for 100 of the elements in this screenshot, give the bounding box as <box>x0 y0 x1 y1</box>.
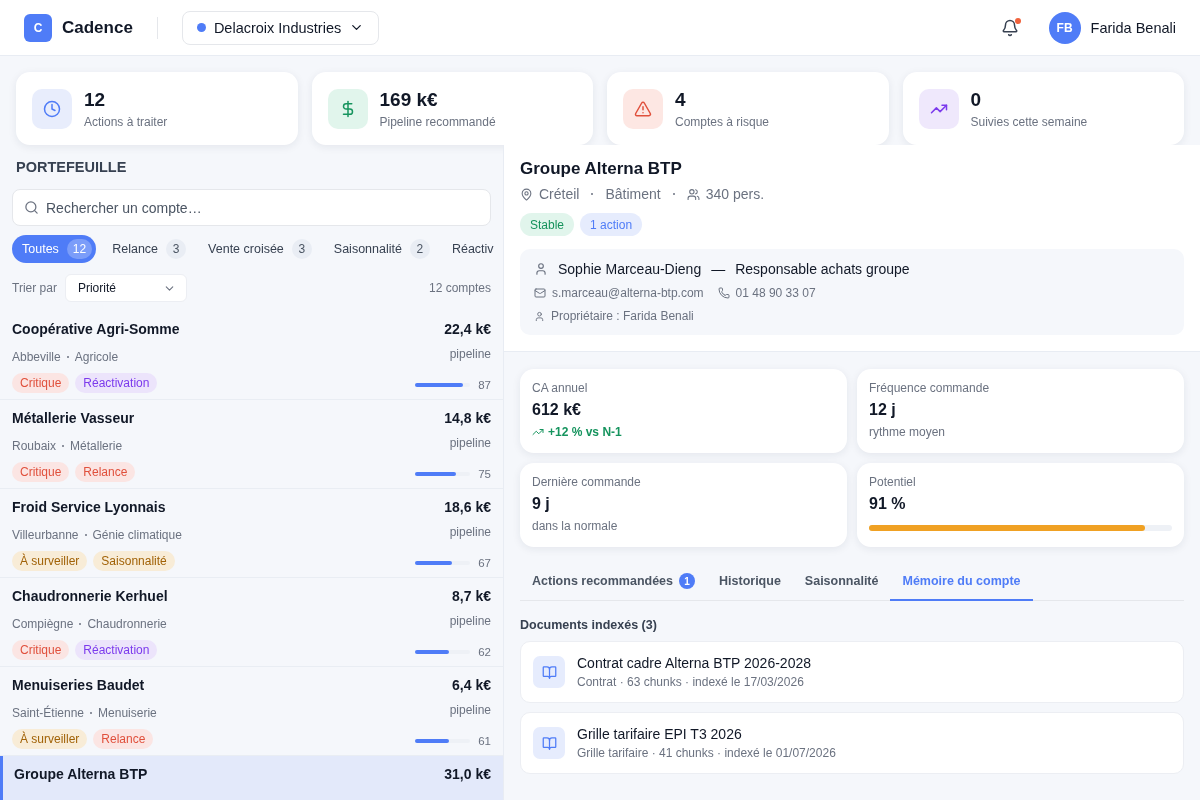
user-name: Farida Benali <box>1090 19 1176 36</box>
metric-value: 12 j <box>869 401 897 419</box>
account-city: Abbeville <box>12 350 61 364</box>
account-row[interactable]: Chaudronnerie Kerhuel 8,7 k€ Compiègne Chaudronnerie pipeline Critique Réactivation 62 <box>0 578 503 667</box>
account-name: Coopérative Agri-Somme <box>12 321 181 339</box>
account-title: Groupe Alterna BTP <box>520 159 683 179</box>
organization-selector[interactable]: Delacroix Industries <box>181 10 380 45</box>
account-row[interactable]: Froid Service Lyonnais 18,6 k€ Villeurbanne Génie climatique pipeline À surveiller Saisonnalité 67 <box>0 489 503 578</box>
filter-chip[interactable]: Vente croisée 3 <box>198 235 318 263</box>
stat-label: Pipeline recommandé <box>379 114 496 129</box>
user-avatar[interactable]: FB <box>1048 11 1081 44</box>
account-count: 12 comptes <box>428 281 491 295</box>
metric-note: +12 % vs N-1 <box>532 425 835 439</box>
account-tag: Saisonnalité <box>93 551 175 571</box>
dollar-icon <box>327 88 368 129</box>
account-row[interactable]: Coopérative Agri-Somme 22,4 k€ Abbeville Agricole pipeline Critique Réactivation 87 <box>0 311 503 400</box>
clock-icon <box>32 88 72 129</box>
status-dot <box>196 23 206 32</box>
notifications-button[interactable] <box>1000 18 1019 37</box>
account-tag: Critique <box>12 373 70 393</box>
account-amount: 6,4 k€ <box>451 677 491 695</box>
stat-value: 4 <box>675 88 687 111</box>
trend-up-icon <box>532 426 544 438</box>
metric-label: CA annuel <box>532 381 589 395</box>
filter-chip[interactable]: Réactiv <box>441 235 500 263</box>
metric-label: Dernière commande <box>532 475 642 489</box>
account-tag: Critique <box>12 640 70 660</box>
metric-note: rythme moyen <box>869 425 947 439</box>
documents-heading: Documents indexés (3) <box>520 618 658 632</box>
tab[interactable]: Actions recommandées 1 <box>520 563 708 601</box>
stat-label: Suivies cette semaine <box>970 114 1088 129</box>
filter-chip[interactable]: Saisonnalité 2 <box>323 235 436 263</box>
account-score: 67 <box>478 557 491 569</box>
amount-label: pipeline <box>448 525 491 541</box>
metric-value: 91 % <box>869 495 907 513</box>
account-tag: Réactivation <box>75 640 158 660</box>
filter-chip[interactable]: Relance 3 <box>102 235 193 263</box>
stat-label: Comptes à risque <box>675 114 770 129</box>
account-sector: Bâtiment <box>605 186 661 202</box>
account-name: Chaudronnerie Kerhuel <box>12 588 169 606</box>
document-title: Grille tarifaire EPI T3 2026 <box>577 726 743 742</box>
account-tag: Réactivation <box>75 373 158 393</box>
account-tag: À surveiller <box>12 551 88 571</box>
account-name: Froid Service Lyonnais <box>12 499 167 517</box>
sort-select[interactable]: Priorité <box>64 274 187 302</box>
person-icon <box>534 262 548 276</box>
account-city: Compiègne <box>12 617 74 631</box>
document-title: Contrat cadre Alterna BTP 2026-2028 <box>577 655 811 671</box>
amount-label: pipeline <box>448 436 491 452</box>
app-logo: C <box>24 13 52 42</box>
status-badge: Stable <box>520 213 575 236</box>
tab[interactable]: Mémoire du compte <box>890 563 1033 601</box>
account-score: 61 <box>478 735 491 747</box>
account-score: 62 <box>478 646 491 658</box>
metric-label: Potentiel <box>869 475 917 489</box>
filter-chip[interactable]: Toutes 12 <box>12 235 97 263</box>
account-row[interactable]: Groupe Alterna BTP 31,0 k€ <box>0 756 503 800</box>
people-icon <box>686 187 700 201</box>
account-score: 75 <box>478 468 491 480</box>
stat-value: 169 k€ <box>379 88 439 111</box>
tab[interactable]: Saisonnalité <box>792 563 891 601</box>
account-score: 87 <box>478 379 491 391</box>
amount-label: pipeline <box>448 347 491 363</box>
status-badge: 1 action <box>580 213 643 236</box>
dash-separator: — <box>711 261 726 277</box>
account-sector: Menuiserie <box>98 706 157 720</box>
document-meta: Grille tarifaire · 41 chunks · indexé le 01/07/2026 <box>577 746 836 760</box>
section-title: PORTEFEUILLE <box>16 159 128 175</box>
metric-value: 9 j <box>532 495 551 513</box>
document-card[interactable]: Contrat cadre Alterna BTP 2026-2028 Contrat · 63 chunks · indexé le 17/03/2026 <box>520 641 1184 703</box>
account-amount: 22,4 k€ <box>443 321 491 339</box>
amount-label: pipeline <box>448 614 491 630</box>
warning-icon <box>623 88 663 129</box>
tab-badge: 1 <box>679 573 696 589</box>
account-sector: Agricole <box>74 350 119 364</box>
account-amount: 18,6 k€ <box>443 499 491 517</box>
account-name: Menuiseries Baudet <box>12 677 146 695</box>
search-field[interactable]: Rechercher un compte… <box>12 189 491 226</box>
account-row[interactable]: Métallerie Vasseur 14,8 k€ Roubaix Métallerie pipeline Critique Relance 75 <box>0 400 503 489</box>
account-tag: À surveiller <box>12 729 88 749</box>
document-card[interactable]: Grille tarifaire EPI T3 2026 Grille tarifaire · 41 chunks · indexé le 01/07/2026 <box>520 712 1184 774</box>
book-icon <box>533 727 565 759</box>
account-city: Saint-Étienne <box>12 706 85 720</box>
search-icon <box>24 200 39 215</box>
mail-icon <box>534 287 546 299</box>
metric-value: 612 k€ <box>532 401 582 419</box>
account-tag: Relance <box>93 729 154 749</box>
tab[interactable]: Historique <box>707 563 793 601</box>
contact-name: Sophie Marceau-Dieng <box>558 261 702 277</box>
phone-icon <box>717 287 730 299</box>
account-tag: Critique <box>12 462 70 482</box>
amount-label: pipeline <box>448 703 491 719</box>
metric-label: Fréquence commande <box>869 381 991 395</box>
contact-email: s.marceau@alterna-btp.com <box>552 286 704 300</box>
account-headcount: 340 pers. <box>705 186 765 202</box>
book-icon <box>533 656 565 688</box>
person-icon <box>534 310 545 322</box>
account-city: Créteil <box>539 186 580 202</box>
account-city: Roubaix <box>12 439 57 453</box>
trend-up-icon <box>918 88 959 129</box>
